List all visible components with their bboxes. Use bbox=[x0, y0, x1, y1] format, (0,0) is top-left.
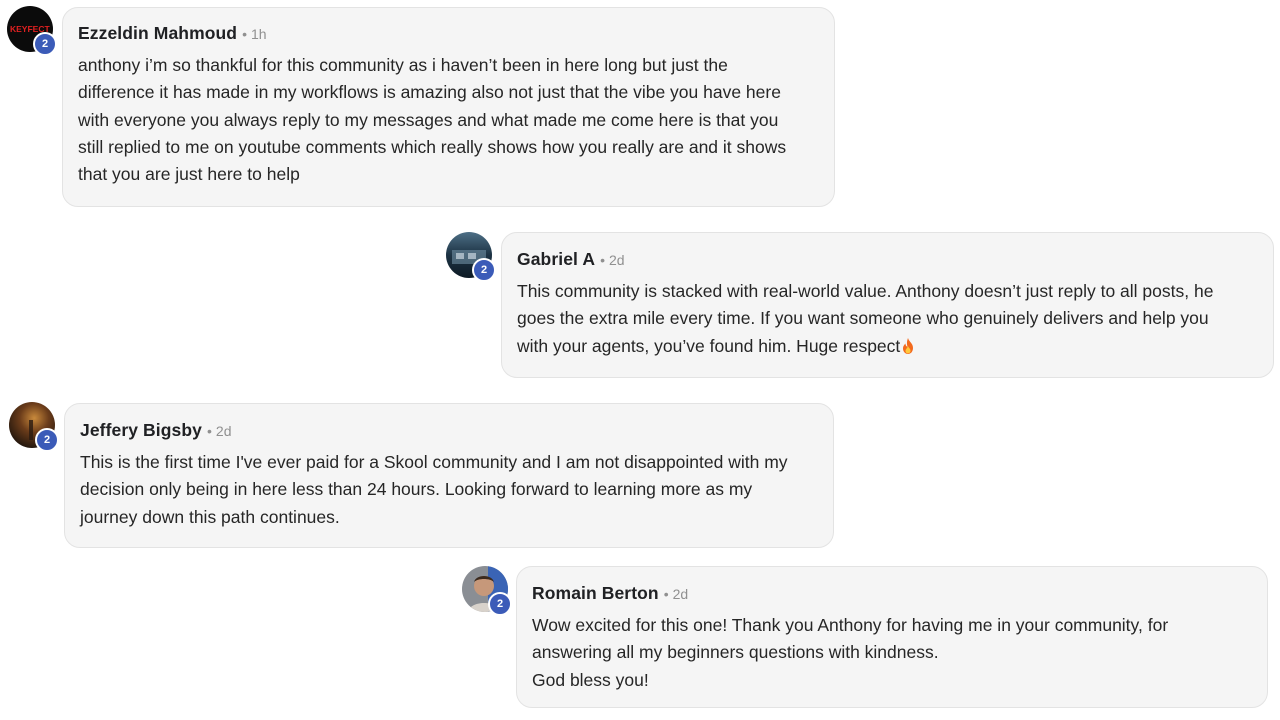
avatar[interactable]: 2 bbox=[9, 402, 59, 452]
comment-meta: Ezzeldin Mahmoud • 1h bbox=[78, 23, 818, 44]
author-name[interactable]: Gabriel A bbox=[517, 249, 595, 270]
fire-emoji-icon bbox=[901, 335, 915, 354]
meta-separator: • bbox=[663, 586, 669, 602]
author-name[interactable]: Romain Berton bbox=[532, 583, 659, 604]
comment-feed: KEYFECT 2 Ezzeldin Mahmoud • 1h anthony … bbox=[0, 0, 1280, 720]
timestamp[interactable]: 2d bbox=[609, 252, 625, 268]
comment-bubble: Romain Berton • 2d Wow excited for this … bbox=[516, 566, 1268, 708]
avatar[interactable]: 2 bbox=[446, 232, 496, 282]
meta-separator: • bbox=[600, 252, 605, 268]
comment-bubble: Gabriel A • 2d This community is stacked… bbox=[501, 232, 1274, 378]
comment-text: Wow excited for this one! Thank you Anth… bbox=[532, 615, 1169, 690]
meta-separator: • bbox=[242, 26, 248, 42]
level-badge: 2 bbox=[35, 428, 59, 452]
comment-text: This is the first time I've ever paid fo… bbox=[80, 452, 788, 527]
comment-meta: Romain Berton • 2d bbox=[532, 583, 1251, 604]
author-name[interactable]: Ezzeldin Mahmoud bbox=[78, 23, 237, 44]
timestamp[interactable]: 1h bbox=[251, 26, 267, 42]
comment-text-content: This community is stacked with real-worl… bbox=[517, 281, 1214, 356]
level-badge: 2 bbox=[488, 592, 512, 616]
avatar[interactable]: KEYFECT 2 bbox=[7, 6, 57, 56]
level-badge: 2 bbox=[33, 32, 57, 56]
timestamp[interactable]: 2d bbox=[673, 586, 689, 602]
author-name[interactable]: Jeffery Bigsby bbox=[80, 420, 202, 441]
comment-text: anthony i’m so thankful for this communi… bbox=[78, 55, 787, 185]
level-badge: 2 bbox=[472, 258, 496, 282]
meta-separator: • bbox=[207, 423, 212, 439]
comment-meta: Gabriel A • 2d bbox=[517, 249, 1257, 270]
timestamp[interactable]: 2d bbox=[216, 423, 232, 439]
comment-text: This community is stacked with real-worl… bbox=[517, 278, 1257, 360]
avatar[interactable]: 2 bbox=[462, 566, 512, 616]
comment-meta: Jeffery Bigsby • 2d bbox=[80, 420, 817, 441]
comment-bubble: Ezzeldin Mahmoud • 1h anthony i’m so tha… bbox=[62, 7, 835, 207]
comment-bubble: Jeffery Bigsby • 2d This is the first ti… bbox=[64, 403, 834, 548]
